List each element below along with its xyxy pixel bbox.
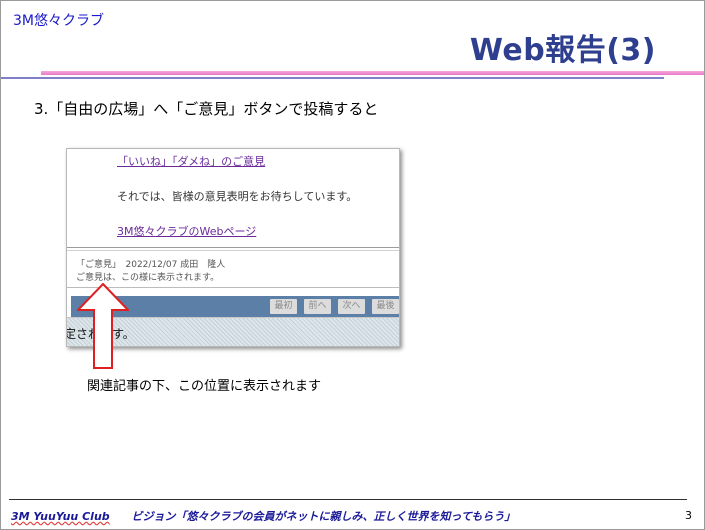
first-page-button[interactable]: 最初 xyxy=(270,299,297,314)
slide-title: Web報告(3) xyxy=(469,33,656,68)
divider xyxy=(67,247,399,248)
likes-link[interactable]: 「いいね」「ダメね」のご意見 xyxy=(117,153,265,169)
prev-page-button[interactable]: 前へ xyxy=(304,299,331,314)
vision-statement: ビジョン「悠々クラブの会員がネットに親しみ、正しく世界を知ってもらう」 xyxy=(131,510,516,523)
footer-rule xyxy=(9,499,687,500)
title-rule-pink xyxy=(41,71,704,75)
arrow-caption: 関連記事の下、この位置に表示されます xyxy=(87,379,322,394)
next-page-button[interactable]: 次へ xyxy=(338,299,365,314)
comment-meta: 「ご意見」 2022/12/07 成田 隆人 xyxy=(76,260,226,270)
title-rule-blue xyxy=(1,77,664,79)
invitation-text: それでは、皆様の意見表明をお待ちしています。 xyxy=(117,190,358,203)
page-number: 3 xyxy=(685,509,692,522)
comment-body: ご意見は、この様に表示されます。 xyxy=(76,273,220,283)
up-arrow-icon xyxy=(77,283,129,369)
divider xyxy=(67,250,399,251)
club-webpage-link[interactable]: 3M悠々クラブのWebページ xyxy=(117,223,256,239)
slide-footer: 3M YuuYuu Club ビジョン「悠々クラブの会員がネットに親しみ、正しく… xyxy=(11,508,515,524)
step-heading: 3.「自由の広場」へ「ご意見」ボタンで投稿すると xyxy=(34,100,379,118)
slide: 3M悠々クラブ Web報告(3) 3.「自由の広場」へ「ご意見」ボタンで投稿する… xyxy=(0,0,705,530)
last-page-button[interactable]: 最後 xyxy=(372,299,399,314)
club-name: 3M YuuYuu Club xyxy=(11,510,110,523)
brand-label: 3M悠々クラブ xyxy=(13,13,104,29)
